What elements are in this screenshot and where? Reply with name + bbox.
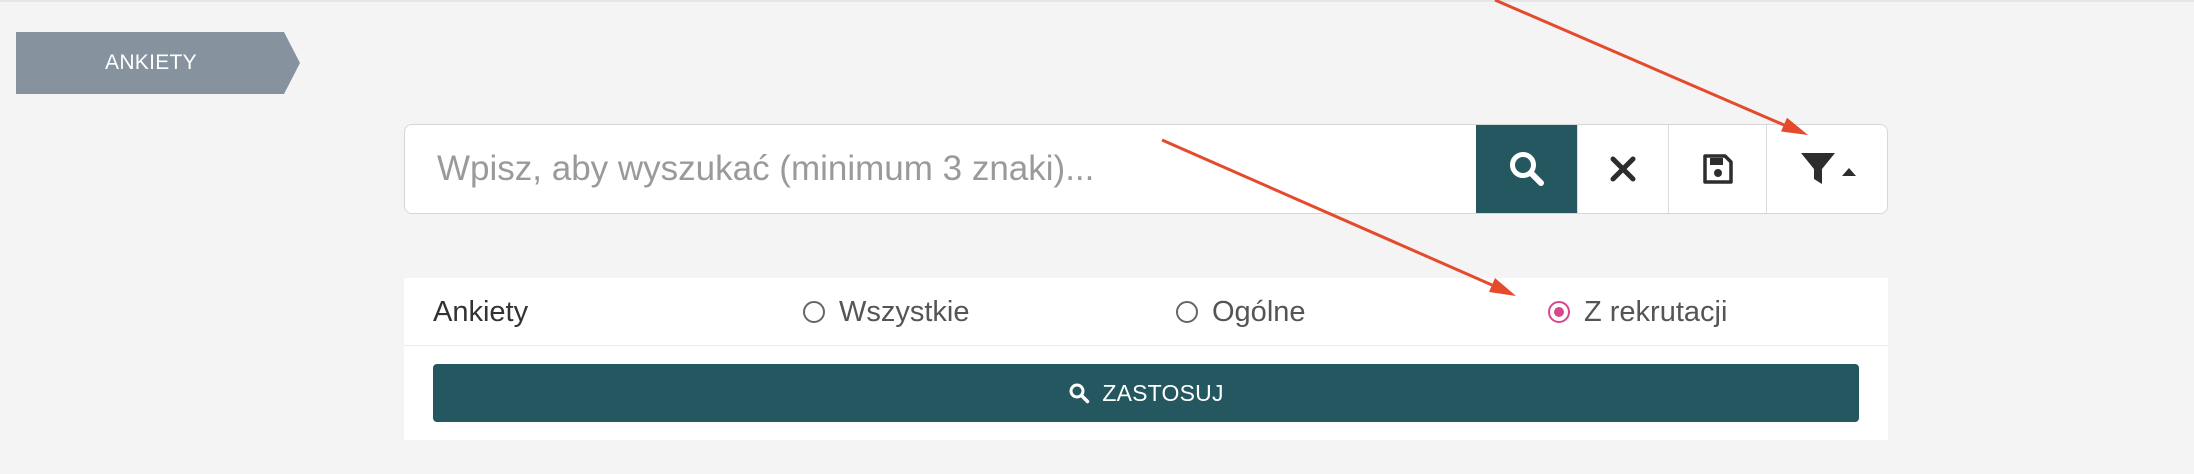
breadcrumb[interactable]: ANKIETY: [16, 32, 300, 94]
save-button[interactable]: [1668, 125, 1766, 213]
filter-label: Ankiety: [433, 296, 529, 328]
search-button[interactable]: [1476, 125, 1577, 213]
radio-wszystkie[interactable]: Wszystkie: [803, 278, 970, 346]
radio-z-rekrutacji[interactable]: Z rekrutacji: [1548, 278, 1727, 346]
breadcrumb-label: ANKIETY: [105, 51, 197, 74]
apply-button[interactable]: ZASTOSUJ: [433, 364, 1859, 422]
filter-toggle-button[interactable]: [1766, 125, 1887, 213]
search-icon: [1069, 383, 1090, 404]
radio-label: Wszystkie: [839, 295, 970, 328]
save-icon: [1702, 154, 1733, 184]
filter-icon: [1800, 153, 1835, 184]
annotation-arrow-filter: [1494, 0, 1808, 135]
radio-label: Ogólne: [1212, 295, 1306, 328]
apply-button-label: ZASTOSUJ: [1102, 379, 1224, 406]
clear-button[interactable]: [1577, 125, 1668, 213]
radio-circle[interactable]: [1548, 301, 1570, 323]
search-input[interactable]: [405, 125, 1476, 213]
search-bar: [404, 124, 1888, 214]
top-divider: [0, 0, 2194, 2]
filter-panel: Ankiety Wszystkie Ogólne Z rekrutacji ZA…: [404, 278, 1888, 440]
close-icon: [1610, 156, 1636, 182]
search-icon: [1509, 152, 1544, 186]
filter-row-ankiety: Ankiety Wszystkie Ogólne Z rekrutacji: [404, 278, 1888, 346]
radio-circle[interactable]: [803, 301, 825, 323]
radio-label: Z rekrutacji: [1584, 295, 1728, 328]
radio-ogolne[interactable]: Ogólne: [1176, 278, 1306, 346]
radio-circle[interactable]: [1176, 301, 1198, 323]
caret-up-icon: [1841, 168, 1856, 176]
